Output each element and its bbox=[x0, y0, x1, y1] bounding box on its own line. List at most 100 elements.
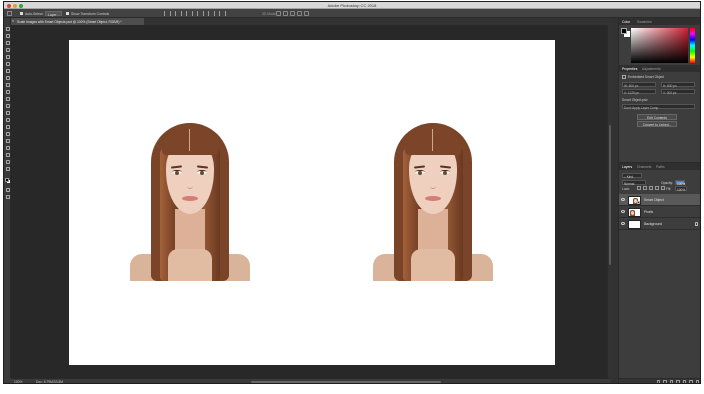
layer-name[interactable]: Pixels bbox=[644, 210, 653, 214]
delete-layer-icon[interactable] bbox=[695, 380, 699, 383]
foreground-color-swatch[interactable] bbox=[5, 178, 9, 182]
eyedropper-tool-icon[interactable] bbox=[5, 69, 10, 73]
align-right-icon[interactable] bbox=[175, 11, 179, 16]
portrait-pixels-layer[interactable] bbox=[130, 121, 250, 281]
y-field[interactable]: Y: 300 px bbox=[661, 89, 695, 95]
status-menu-arrow-icon[interactable]: › bbox=[59, 380, 60, 383]
fill-field[interactable]: 100% bbox=[675, 186, 687, 192]
layer-style-icon[interactable] bbox=[663, 380, 667, 383]
close-tab-icon[interactable]: × bbox=[12, 19, 14, 23]
quick-select-tool-icon[interactable] bbox=[5, 48, 10, 52]
blend-mode-dropdown[interactable]: Normal bbox=[622, 180, 646, 186]
gradient-tool-icon[interactable] bbox=[5, 111, 10, 115]
move-tool-preset-icon[interactable] bbox=[7, 11, 12, 16]
layer-filter-dropdown[interactable]: ⌕ Kind bbox=[622, 173, 642, 179]
lock-transparency-icon[interactable] bbox=[637, 186, 641, 190]
tab-color[interactable]: Color bbox=[622, 20, 630, 24]
adjustment-layer-icon[interactable] bbox=[676, 380, 680, 383]
visibility-eye-icon[interactable] bbox=[621, 210, 625, 213]
zoom-tool-icon[interactable] bbox=[5, 167, 10, 171]
height-field[interactable]: H: 800 px bbox=[661, 82, 695, 88]
marquee-tool-icon[interactable] bbox=[5, 34, 10, 38]
collapsed-panel-dock[interactable] bbox=[611, 18, 619, 383]
align-top-icon[interactable] bbox=[180, 11, 185, 16]
distribute-middle-icon[interactable] bbox=[202, 11, 207, 16]
blur-tool-icon[interactable] bbox=[5, 118, 10, 122]
foreground-background-swatch[interactable] bbox=[5, 178, 10, 183]
3d-mode-buttons[interactable] bbox=[276, 11, 309, 16]
add-mask-icon[interactable] bbox=[669, 380, 673, 383]
width-field[interactable]: W: 600 px bbox=[622, 82, 656, 88]
brush-tool-icon[interactable] bbox=[5, 83, 10, 87]
layer-name[interactable]: Background bbox=[644, 222, 662, 226]
orbit-icon[interactable] bbox=[276, 11, 281, 16]
hand-tool-icon[interactable] bbox=[5, 160, 10, 164]
layer-row-pixels[interactable]: Pixels bbox=[619, 206, 700, 218]
align-center-icon[interactable] bbox=[169, 11, 174, 16]
new-group-icon[interactable] bbox=[682, 380, 686, 383]
lock-position-icon[interactable] bbox=[649, 186, 653, 190]
zoom-level[interactable]: 100% bbox=[14, 380, 22, 383]
foreground-color-chip[interactable] bbox=[621, 28, 627, 34]
clone-stamp-tool-icon[interactable] bbox=[5, 90, 10, 94]
crop-tool-icon[interactable] bbox=[5, 55, 10, 59]
auto-select-dropdown[interactable]: Layer bbox=[45, 11, 62, 17]
layer-comp-dropdown[interactable]: Don't Apply Layer Comp bbox=[622, 104, 695, 110]
layer-name[interactable]: Smart Object bbox=[644, 198, 664, 202]
path-selection-tool-icon[interactable] bbox=[5, 146, 10, 150]
distribute-top-icon[interactable] bbox=[197, 11, 201, 16]
roll-icon[interactable] bbox=[283, 11, 288, 16]
convert-to-linked-button[interactable]: Convert to Linked... bbox=[637, 121, 677, 127]
tab-paths[interactable]: Paths bbox=[656, 165, 665, 169]
lock-image-icon[interactable] bbox=[643, 186, 647, 190]
document-work-area[interactable] bbox=[11, 25, 607, 378]
pan-icon[interactable] bbox=[290, 11, 295, 16]
lasso-tool-icon[interactable] bbox=[5, 41, 10, 45]
type-tool-icon[interactable] bbox=[5, 139, 10, 143]
distribute-center-icon[interactable] bbox=[219, 11, 223, 16]
align-left-icon[interactable] bbox=[164, 11, 168, 16]
x-field[interactable]: X: 1125 px bbox=[622, 89, 656, 95]
slide-icon[interactable] bbox=[297, 11, 302, 16]
tab-properties[interactable]: Properties bbox=[622, 67, 637, 71]
show-transform-checkbox[interactable] bbox=[66, 12, 69, 15]
visibility-eye-icon[interactable] bbox=[621, 198, 625, 201]
eraser-tool-icon[interactable] bbox=[5, 104, 10, 108]
distribute-left-icon[interactable] bbox=[213, 11, 218, 16]
align-middle-icon[interactable] bbox=[186, 11, 190, 16]
dodge-tool-icon[interactable] bbox=[5, 125, 10, 129]
lock-artboard-icon[interactable] bbox=[655, 186, 659, 190]
frame-tool-icon[interactable] bbox=[5, 62, 10, 66]
scale-3d-icon[interactable] bbox=[304, 11, 309, 16]
layer-row-background[interactable]: Background bbox=[619, 218, 700, 230]
auto-select-checkbox[interactable] bbox=[20, 12, 23, 15]
edit-contents-button[interactable]: Edit Contents bbox=[637, 114, 677, 120]
link-layers-icon[interactable] bbox=[656, 380, 660, 383]
quick-mask-icon[interactable] bbox=[5, 188, 10, 192]
tab-channels[interactable]: Channels bbox=[637, 165, 651, 169]
align-bottom-icon[interactable] bbox=[191, 11, 196, 16]
color-picker-field[interactable] bbox=[631, 28, 688, 63]
portrait-smart-object-layer[interactable] bbox=[373, 121, 493, 281]
move-tool-icon[interactable] bbox=[5, 27, 10, 31]
layer-row-smart-object[interactable]: Smart Object bbox=[619, 194, 700, 206]
document-tab[interactable]: × Scale Images with Smart Objects.psd @ … bbox=[11, 18, 144, 25]
distribute-bottom-icon[interactable] bbox=[208, 11, 212, 16]
pen-tool-icon[interactable] bbox=[5, 132, 10, 136]
screen-mode-icon[interactable] bbox=[5, 195, 10, 199]
opacity-field[interactable]: 100% bbox=[675, 180, 685, 186]
hue-slider[interactable] bbox=[690, 28, 695, 63]
align-buttons[interactable] bbox=[164, 11, 229, 16]
rectangle-tool-icon[interactable] bbox=[5, 153, 10, 157]
distribute-right-icon[interactable] bbox=[224, 11, 229, 16]
lock-all-icon[interactable] bbox=[661, 186, 665, 190]
tab-swatches[interactable]: Swatches bbox=[637, 20, 652, 24]
new-layer-icon[interactable] bbox=[689, 380, 693, 383]
history-brush-tool-icon[interactable] bbox=[5, 97, 10, 101]
document-canvas[interactable] bbox=[69, 40, 555, 365]
visibility-eye-icon[interactable] bbox=[621, 222, 625, 225]
horizontal-scroll-thumb[interactable] bbox=[251, 380, 441, 383]
healing-brush-tool-icon[interactable] bbox=[5, 76, 10, 80]
tab-layers[interactable]: Layers bbox=[622, 165, 632, 169]
tab-adjustments[interactable]: Adjustments bbox=[642, 67, 661, 71]
